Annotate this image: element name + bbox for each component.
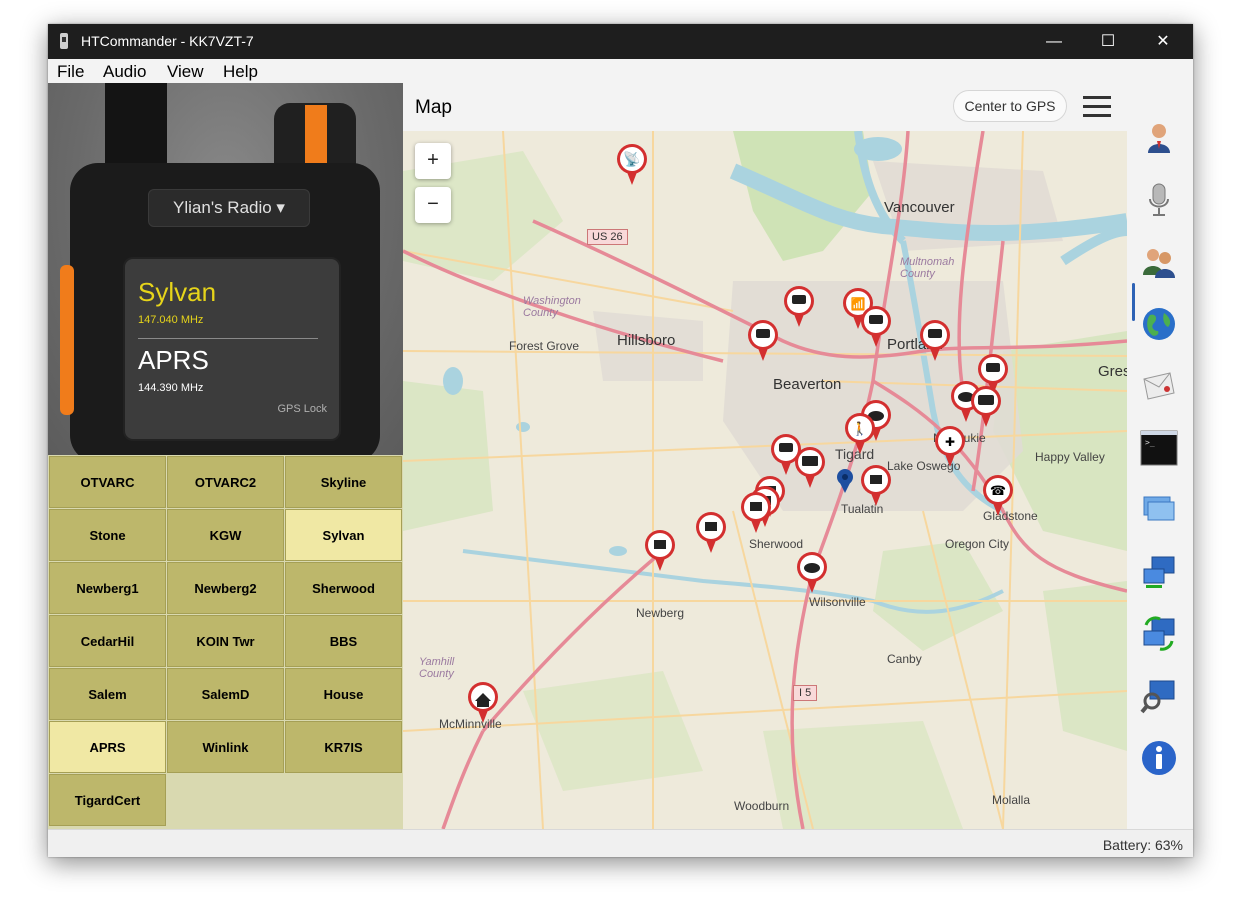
menu-audio[interactable]: Audio [103,62,146,82]
label-oregon-city: Oregon City [945,537,1010,551]
users-icon[interactable] [1140,243,1178,281]
shield-i5: I 5 [793,685,818,701]
channel-button[interactable]: BBS [285,615,402,667]
label-canby: Canby [887,652,922,666]
channel-button[interactable]: KGW [167,509,284,561]
channel-button[interactable]: TigardCert [49,774,166,826]
label-wilsonville: Wilsonville [809,595,866,609]
shield-us26: US 26 [587,229,628,245]
radio-knob-accent [305,105,327,171]
channel-button[interactable]: OTVARC [49,456,166,508]
channel-button[interactable]: Newberg1 [49,562,166,614]
label-molalla: Molalla [992,793,1031,807]
mail-icon[interactable] [1140,367,1178,405]
map-view[interactable]: Vancouver Hillsboro Forest Grove Beavert… [403,131,1127,829]
label-lake-oswego: Lake Oswego [887,459,961,473]
label-sherwood: Sherwood [749,537,804,551]
map-tiles [403,131,1127,829]
channel-button[interactable]: Stone [49,509,166,561]
windows-icon[interactable] [1140,491,1178,529]
label-beaverton: Beaverton [773,376,842,393]
right-sidebar: >_ [1127,83,1193,829]
microphone-icon[interactable] [1140,181,1178,219]
channel-b-frequency: 144.390 MHz [138,382,204,394]
channel-button[interactable]: House [285,668,402,720]
window-title: HTCommander - KK7VZT-7 [81,33,254,49]
menu-view[interactable]: View [167,62,204,82]
minimize-button[interactable]: — [1027,24,1081,59]
channel-b-name: APRS [138,345,209,375]
info-icon[interactable] [1140,739,1178,777]
label-yamhill-county: Yamhill County [419,656,455,680]
channel-a-name: Sylvan [138,277,217,307]
menu-help[interactable]: Help [223,62,258,82]
radio-app-icon [60,33,68,49]
channel-button-active[interactable]: Sylvan [285,509,402,561]
label-hillsboro: Hillsboro [617,332,676,349]
channel-button[interactable]: KR7IS [285,721,402,773]
app-window: HTCommander - KK7VZT-7 — ☐ ✕ File Audio … [48,24,1193,857]
close-button[interactable]: ✕ [1136,24,1190,59]
menu-bar: File Audio View Help [48,59,1193,83]
channel-button[interactable]: OTVARC2 [167,456,284,508]
radio-side-button [60,265,74,415]
label-milwaukie: Milwaukie [933,431,986,445]
contact-icon[interactable] [1140,119,1178,157]
search-computer-icon[interactable] [1140,677,1178,715]
hamburger-menu-icon[interactable] [1083,96,1111,118]
channel-button[interactable]: Sherwood [285,562,402,614]
label-forest-grove: Forest Grove [509,339,580,353]
sync-icon[interactable] [1140,615,1178,653]
label-tualatin: Tualatin [841,502,884,516]
channel-button[interactable]: Newberg2 [167,562,284,614]
active-tab-indicator [1132,283,1135,321]
radio-selector-dropdown[interactable]: Ylian's Radio ▾ [148,189,310,227]
terminal-icon[interactable]: >_ [1140,429,1178,467]
label-gladstone: Gladstone [983,509,1038,523]
label-vancouver: Vancouver [884,199,955,216]
channel-button[interactable]: Skyline [285,456,402,508]
label-gresham: Gres [1098,363,1127,380]
radio-screen: Sylvan 147.040 MHz APRS 144.390 MHz GPS … [123,257,341,441]
channel-button[interactable]: KOIN Twr [167,615,284,667]
map-header: Map Center to GPS [403,83,1127,131]
globe-icon[interactable] [1140,305,1178,343]
label-multnomah-county: Multnomah County [900,256,955,280]
channel-button[interactable]: CedarHil [49,615,166,667]
menu-file[interactable]: File [57,62,84,82]
channel-button[interactable]: Salem [49,668,166,720]
title-bar: HTCommander - KK7VZT-7 — ☐ ✕ [48,24,1193,59]
channel-grid: OTVARC OTVARC2 Skyline Stone KGW Sylvan … [48,455,403,829]
zoom-out-button[interactable]: − [415,187,451,223]
status-bar: Battery: 63% [48,829,1193,857]
zoom-in-button[interactable]: + [415,143,451,179]
label-portland: Portland [887,336,943,353]
channel-button[interactable]: Winlink [167,721,284,773]
label-washington-county: Washington County [523,295,581,319]
screen-divider [138,338,318,339]
battery-status: Battery: 63% [1102,837,1183,853]
channel-button-active[interactable]: APRS [49,721,166,773]
center-to-gps-button[interactable]: Center to GPS [953,90,1067,122]
map-title: Map [415,97,452,118]
label-tigard: Tigard [835,446,875,462]
svg-text:>_: >_ [1145,438,1155,447]
label-happy-valley: Happy Valley [1035,450,1105,464]
label-woodburn: Woodburn [734,799,790,813]
map-panel: Map Center to GPS Vancouver Hillsboro Fo… [403,83,1127,829]
radio-panel: Ylian's Radio ▾ Sylvan 147.040 MHz APRS … [48,83,403,455]
network-icon[interactable] [1140,553,1178,591]
label-newberg: Newberg [636,606,685,620]
channel-button[interactable]: SalemD [167,668,284,720]
channel-a-frequency: 147.040 MHz [138,314,204,326]
label-mcminnville: McMinnville [439,717,502,731]
gps-status: GPS Lock [277,403,327,415]
maximize-button[interactable]: ☐ [1081,24,1135,59]
